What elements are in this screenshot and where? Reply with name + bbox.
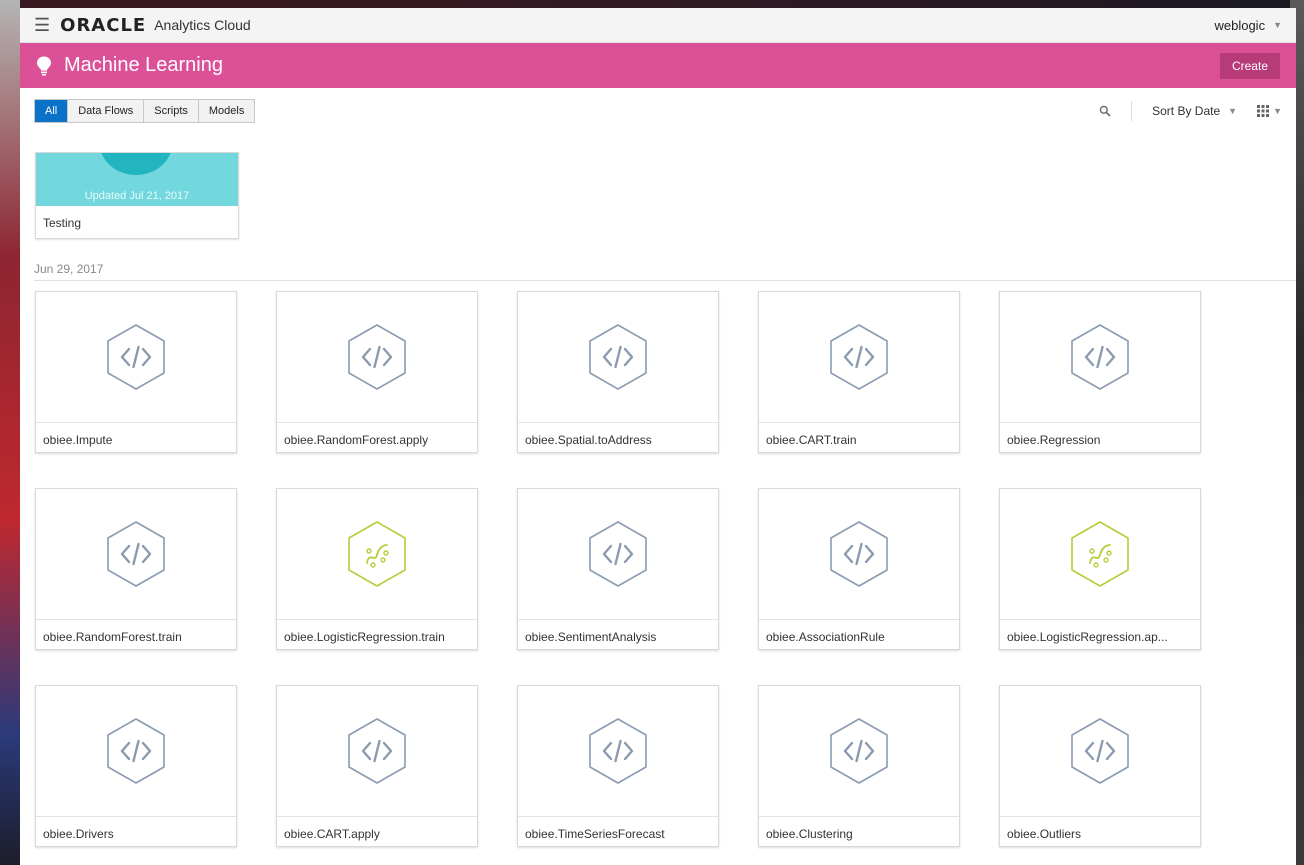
script-code-icon bbox=[107, 324, 165, 390]
item-card[interactable]: obiee.TimeSeriesForecast bbox=[517, 685, 719, 847]
item-card[interactable]: obiee.LogisticRegression.train bbox=[276, 488, 478, 650]
sort-label: Sort By Date bbox=[1152, 104, 1221, 118]
script-code-icon bbox=[830, 521, 888, 587]
script-code-icon bbox=[589, 324, 647, 390]
chevron-down-icon: ▼ bbox=[1228, 106, 1238, 116]
item-label: obiee.Drivers bbox=[43, 827, 114, 841]
item-thumbnail bbox=[277, 686, 477, 817]
user-menu[interactable]: weblogic ▼ bbox=[1214, 18, 1282, 33]
recent-item-shape bbox=[100, 153, 172, 175]
item-thumbnail bbox=[518, 686, 718, 817]
lightbulb-icon bbox=[37, 56, 51, 76]
product-name: Analytics Cloud bbox=[154, 17, 251, 33]
item-thumbnail bbox=[1000, 292, 1200, 423]
user-name: weblogic bbox=[1214, 17, 1266, 33]
recent-item-updated: Updated Jul 21, 2017 bbox=[84, 190, 190, 202]
toolbar-right: Sort By Date ▼ ▼ bbox=[1099, 101, 1282, 121]
script-code-icon bbox=[1071, 324, 1129, 390]
sort-dropdown[interactable]: Sort By Date ▼ bbox=[1152, 104, 1237, 118]
item-thumbnail bbox=[277, 489, 477, 620]
item-label: obiee.RandomForest.apply bbox=[284, 433, 429, 447]
item-card[interactable]: obiee.CART.train bbox=[758, 291, 960, 453]
item-card[interactable]: obiee.SentimentAnalysis bbox=[517, 488, 719, 650]
item-label: obiee.Clustering bbox=[766, 827, 853, 841]
item-label: obiee.SentimentAnalysis bbox=[525, 630, 657, 644]
item-card[interactable]: obiee.Outliers bbox=[999, 685, 1201, 847]
item-thumbnail bbox=[518, 292, 718, 423]
section-divider bbox=[34, 280, 1296, 281]
section-date-heading: Jun 29, 2017 bbox=[34, 262, 104, 276]
item-label: obiee.LogisticRegression.ap... bbox=[1007, 630, 1168, 644]
item-thumbnail bbox=[36, 489, 236, 620]
top-bar: ☰ ORACLE Analytics Cloud weblogic ▼ bbox=[20, 8, 1296, 43]
item-label: obiee.Spatial.toAddress bbox=[525, 433, 652, 447]
item-thumbnail bbox=[36, 292, 236, 423]
tab-data-flows[interactable]: Data Flows bbox=[68, 100, 145, 122]
item-card[interactable]: obiee.AssociationRule bbox=[758, 488, 960, 650]
tab-models[interactable]: Models bbox=[198, 100, 255, 122]
item-thumbnail bbox=[36, 686, 236, 817]
hamburger-menu-icon[interactable]: ☰ bbox=[34, 16, 50, 34]
recent-item-thumbnail: Updated Jul 21, 2017 bbox=[36, 153, 238, 206]
oracle-logo: ORACLE bbox=[60, 14, 147, 36]
model-icon bbox=[348, 521, 406, 587]
view-toggle[interactable]: ▼ bbox=[1257, 105, 1282, 117]
background-left bbox=[0, 0, 20, 865]
recent-item-card[interactable]: Updated Jul 21, 2017 Testing bbox=[35, 152, 239, 239]
item-label: obiee.CART.train bbox=[766, 433, 857, 447]
chevron-down-icon: ▼ bbox=[1273, 106, 1282, 116]
model-icon bbox=[1071, 521, 1129, 587]
item-label: obiee.LogisticRegression.train bbox=[284, 630, 445, 644]
grid-view-icon bbox=[1257, 105, 1270, 117]
filter-tabs: All Data Flows Scripts Models bbox=[34, 99, 256, 123]
script-code-icon bbox=[107, 718, 165, 784]
item-label: obiee.Regression bbox=[1007, 433, 1101, 447]
item-label: obiee.CART.apply bbox=[284, 827, 380, 841]
item-thumbnail bbox=[518, 489, 718, 620]
item-card[interactable]: obiee.Clustering bbox=[758, 685, 960, 847]
script-code-icon bbox=[107, 521, 165, 587]
item-label: obiee.AssociationRule bbox=[766, 630, 885, 644]
item-card[interactable]: obiee.RandomForest.train bbox=[35, 488, 237, 650]
item-label: obiee.RandomForest.train bbox=[43, 630, 182, 644]
script-code-icon bbox=[830, 718, 888, 784]
chevron-down-icon: ▼ bbox=[1273, 20, 1282, 30]
script-code-icon bbox=[348, 324, 406, 390]
item-thumbnail bbox=[1000, 686, 1200, 817]
item-thumbnail bbox=[759, 686, 959, 817]
item-card[interactable]: obiee.LogisticRegression.ap... bbox=[999, 488, 1201, 650]
item-label: obiee.Impute bbox=[43, 433, 113, 447]
item-card[interactable]: obiee.Impute bbox=[35, 291, 237, 453]
script-code-icon bbox=[1071, 718, 1129, 784]
script-code-icon bbox=[589, 718, 647, 784]
script-code-icon bbox=[348, 718, 406, 784]
item-card[interactable]: obiee.Drivers bbox=[35, 685, 237, 847]
search-icon[interactable] bbox=[1099, 105, 1111, 117]
page-banner: Machine Learning Create bbox=[20, 43, 1296, 88]
item-label: obiee.Outliers bbox=[1007, 827, 1082, 841]
script-code-icon bbox=[830, 324, 888, 390]
create-button[interactable]: Create bbox=[1219, 52, 1280, 79]
item-label: obiee.TimeSeriesForecast bbox=[525, 827, 665, 841]
item-card[interactable]: obiee.RandomForest.apply bbox=[276, 291, 478, 453]
tab-scripts[interactable]: Scripts bbox=[144, 100, 199, 122]
item-card[interactable]: obiee.Regression bbox=[999, 291, 1201, 453]
item-thumbnail bbox=[759, 292, 959, 423]
item-thumbnail bbox=[1000, 489, 1200, 620]
script-code-icon bbox=[589, 521, 647, 587]
page-title: Machine Learning bbox=[64, 54, 223, 76]
item-card[interactable]: obiee.CART.apply bbox=[276, 685, 478, 847]
tab-all[interactable]: All bbox=[35, 100, 69, 122]
recent-item-label: Testing bbox=[43, 216, 82, 230]
toolbar: All Data Flows Scripts Models Sort By Da… bbox=[20, 88, 1296, 134]
app-window: ☰ ORACLE Analytics Cloud weblogic ▼ Mach… bbox=[20, 8, 1296, 865]
toolbar-divider bbox=[1131, 101, 1133, 121]
item-thumbnail bbox=[759, 489, 959, 620]
item-thumbnail bbox=[277, 292, 477, 423]
item-card[interactable]: obiee.Spatial.toAddress bbox=[517, 291, 719, 453]
